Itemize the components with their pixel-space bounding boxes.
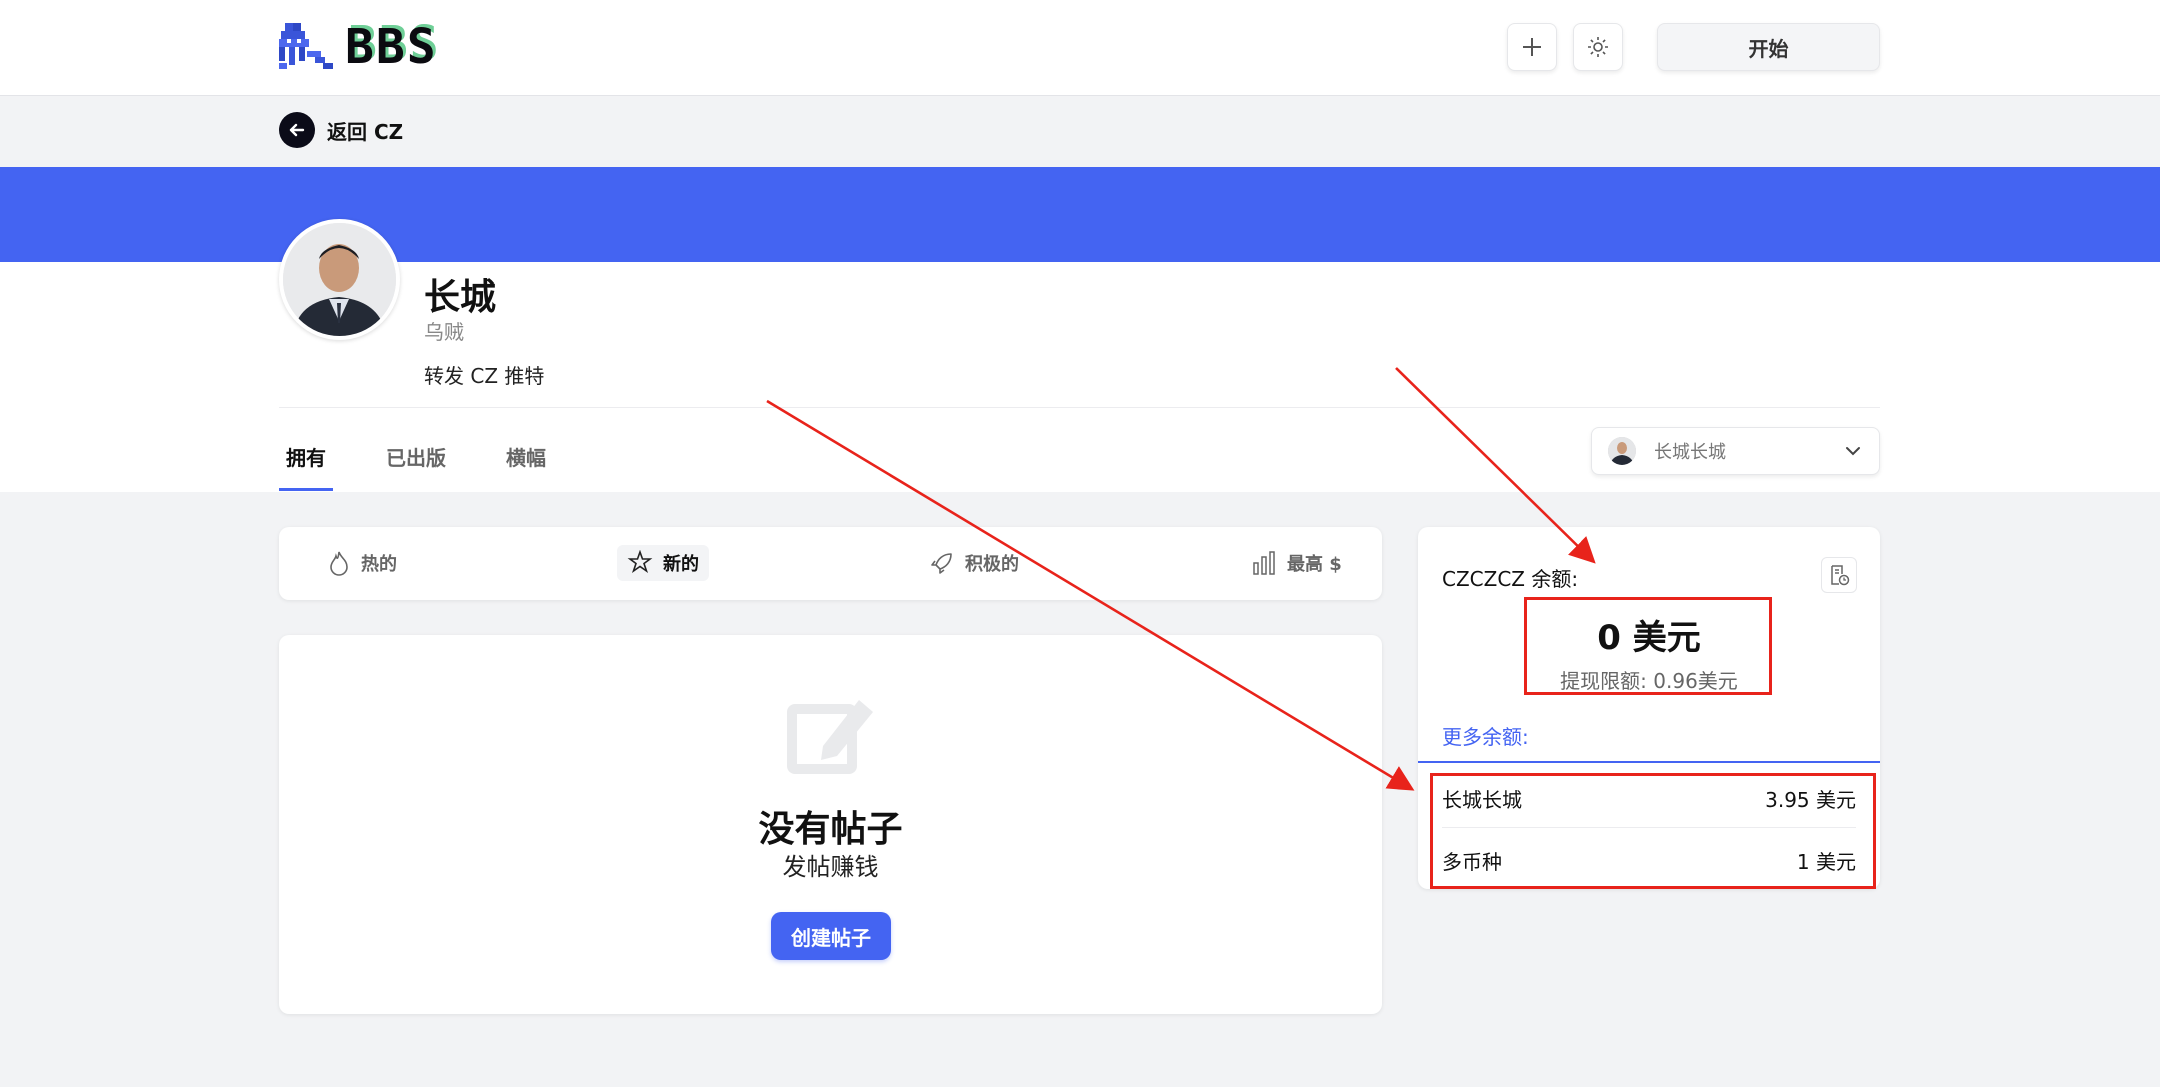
avatar: [279, 219, 400, 340]
tab-banner[interactable]: 横幅: [499, 430, 553, 491]
sort-active-label: 积极的: [965, 554, 1019, 575]
site-logo[interactable]: BBS: [279, 22, 438, 72]
community-avatar: [1608, 437, 1636, 465]
back-label: 返回 CZ: [327, 119, 404, 144]
octopus-logo-icon: [279, 23, 333, 69]
balance-label: CZCZCZ 余额:: [1442, 567, 1579, 591]
balance-amount: 0 美元: [1597, 618, 1701, 658]
community-select[interactable]: 长城长城: [1591, 427, 1880, 475]
plus-icon: [1523, 38, 1541, 56]
balance-row: 长城长城 3.95 美元: [1442, 784, 1856, 813]
balance-row-value: 3.95 美元: [1765, 788, 1856, 812]
sort-new-label: 新的: [663, 554, 699, 575]
balance-row-value: 1 美元: [1796, 850, 1856, 874]
sort-bar: 热的 新的 积极的 最高 $: [279, 527, 1382, 600]
balance-row: 多币种 1 美元: [1442, 846, 1856, 875]
bar-chart-icon: [1253, 551, 1275, 575]
logo-text: BBS: [345, 19, 438, 75]
sort-hot-label: 热的: [361, 554, 397, 575]
tab-published[interactable]: 已出版: [379, 430, 453, 491]
start-button[interactable]: 开始: [1657, 23, 1880, 71]
balance-row-name: 长城长城: [1442, 788, 1522, 812]
chevron-down-icon: [1846, 447, 1860, 456]
empty-title: 没有帖子: [758, 809, 903, 850]
receipt-clock-icon: [1831, 565, 1850, 586]
profile-handle: 乌贼: [424, 320, 464, 344]
withdraw-limit: 提现限额: 0.96美元: [1560, 669, 1738, 693]
create-button[interactable]: [1507, 23, 1557, 71]
sort-top-label: 最高 $: [1287, 554, 1342, 575]
profile-tabs: 拥有 已出版 横幅: [279, 430, 599, 491]
edit-note-icon: [787, 700, 873, 774]
sort-top[interactable]: 最高 $: [1241, 545, 1352, 581]
profile-name: 长城: [424, 277, 497, 318]
more-balances-label[interactable]: 更多余额:: [1442, 721, 1529, 750]
sun-icon: [1588, 37, 1608, 57]
profile-bio: 转发 CZ 推特: [424, 364, 545, 388]
history-icon-button[interactable]: [1821, 557, 1857, 593]
empty-subtitle: 发帖赚钱: [782, 853, 879, 881]
balance-card: CZCZCZ 余额: 0 美元 提现限额: 0.96美元 更多余额: 长城长城 …: [1418, 527, 1880, 889]
profile-divider: [279, 407, 1880, 408]
balance-row-divider: [1442, 827, 1856, 828]
sort-hot[interactable]: 热的: [317, 545, 407, 581]
posts-empty-state: 没有帖子 发帖赚钱 创建帖子: [279, 635, 1382, 1014]
flame-icon: [330, 551, 348, 576]
sort-new[interactable]: 新的: [617, 545, 709, 581]
sort-active[interactable]: 积极的: [919, 545, 1029, 581]
avatar-image: [283, 223, 396, 336]
back-link[interactable]: 返回 CZ: [279, 112, 403, 148]
back-arrow-icon: [279, 112, 315, 148]
rocket-icon: [931, 553, 952, 574]
more-balances-underline: [1418, 761, 1880, 763]
community-select-label: 长城长城: [1654, 442, 1726, 463]
theme-toggle-button[interactable]: [1573, 23, 1623, 71]
star-icon: [627, 550, 653, 574]
balance-row-name: 多币种: [1442, 850, 1502, 874]
tab-owned[interactable]: 拥有: [279, 430, 333, 491]
top-bar: BBS 开始: [0, 0, 2160, 96]
create-post-button[interactable]: 创建帖子: [771, 912, 891, 960]
